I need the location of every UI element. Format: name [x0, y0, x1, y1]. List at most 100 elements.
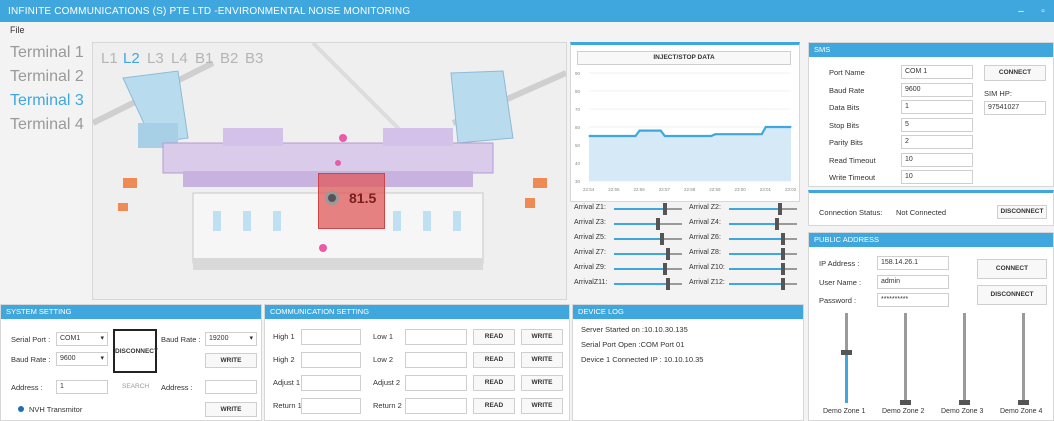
baud-rate-2-select[interactable]: 19200 ▾ [205, 332, 257, 346]
zone-slider-thumb[interactable] [841, 350, 852, 355]
arrival-slider[interactable] [614, 233, 682, 245]
sms-connect-button[interactable]: CONNECT [984, 65, 1046, 81]
terminal-1[interactable]: Terminal 1 [10, 44, 84, 62]
terminal-2[interactable]: Terminal 2 [10, 68, 84, 86]
read-button[interactable]: READ [473, 398, 515, 414]
zone-slider-track[interactable] [963, 313, 966, 403]
sms-disconnect-button[interactable]: DISCONNECT [997, 205, 1047, 219]
minimize-icon[interactable]: – [1010, 6, 1032, 17]
arrival-slider[interactable] [614, 278, 682, 290]
menu-file[interactable]: File [10, 25, 25, 35]
comm-right-field[interactable] [405, 375, 467, 391]
comm-right-field[interactable] [405, 329, 467, 345]
communication-setting-panel: COMMUNICATION SETTING High 1 Low 1 READ WRI… [264, 304, 570, 421]
arrival-slider-thumb[interactable] [781, 233, 785, 245]
terminal-4[interactable]: Terminal 4 [10, 116, 84, 134]
sms-field-input[interactable]: 2 [901, 135, 973, 149]
level-l3[interactable]: L3 [147, 50, 164, 67]
level-b3[interactable]: B3 [245, 50, 263, 67]
arrival-slider-thumb[interactable] [663, 203, 667, 215]
comm-left-field[interactable] [301, 398, 361, 414]
arrival-slider-thumb[interactable] [781, 278, 785, 290]
arrival-slider-thumb[interactable] [775, 218, 779, 230]
data-point [638, 130, 641, 132]
comm-right-label: Low 2 [373, 355, 394, 364]
arrival-slider[interactable] [729, 278, 797, 290]
address-2-field[interactable] [205, 380, 257, 394]
comm-right-label: Return 2 [373, 401, 402, 410]
arrival-slider-thumb[interactable] [666, 278, 670, 290]
arrival-slider[interactable] [614, 263, 682, 275]
write-button[interactable]: WRITE [521, 352, 563, 368]
password-field[interactable]: ********** [877, 293, 949, 307]
read-button[interactable]: READ [473, 352, 515, 368]
system-write-button[interactable]: WRITE [205, 353, 257, 368]
address-field[interactable]: 1 [56, 380, 108, 394]
sms-field-input[interactable]: 9600 [901, 82, 973, 97]
sensor-icon[interactable] [325, 191, 339, 205]
ip-address-field[interactable]: 158.14.26.1 [877, 256, 949, 270]
serial-port-select[interactable]: COM1 ▾ [56, 332, 108, 346]
level-l2[interactable]: L2 [123, 50, 140, 67]
arrival-slider[interactable] [729, 263, 797, 275]
arrival-slider-thumb[interactable] [656, 218, 660, 230]
arrival-slider[interactable] [614, 248, 682, 260]
zone-slider-thumb[interactable] [900, 400, 911, 405]
comm-left-field[interactable] [301, 352, 361, 368]
arrival-label: Arrival Z6: [689, 234, 721, 241]
zone-slider-track[interactable] [904, 313, 907, 403]
comm-left-label: High 1 [273, 332, 295, 341]
arrival-slider-thumb[interactable] [781, 248, 785, 260]
comm-right-field[interactable] [405, 398, 467, 414]
arrival-slider-thumb[interactable] [781, 263, 785, 275]
comm-left-field[interactable] [301, 375, 361, 391]
comm-left-field[interactable] [301, 329, 361, 345]
user-name-field[interactable]: admin [877, 275, 949, 289]
system-setting-header: SYSTEM SETTING [1, 305, 261, 319]
level-l1[interactable]: L1 [101, 50, 118, 67]
system-disconnect-button[interactable]: DISCONNECT [113, 329, 158, 373]
zone-slider-track[interactable] [1022, 313, 1025, 403]
read-button[interactable]: READ [473, 329, 515, 345]
comm-left-label: Adjust 1 [273, 378, 301, 387]
arrival-label: Arrival Z3: [574, 219, 606, 226]
maximize-icon[interactable]: ▫ [1032, 6, 1054, 17]
arrival-slider-thumb[interactable] [778, 203, 782, 215]
read-button[interactable]: READ [473, 375, 515, 391]
level-b2[interactable]: B2 [220, 50, 238, 67]
arrival-slider[interactable] [614, 203, 682, 215]
system-write-2-button[interactable]: WRITE [205, 402, 257, 417]
sms-field-input[interactable]: COM 1 [901, 65, 973, 79]
terminal-3[interactable]: Terminal 3 [10, 92, 84, 110]
arrival-slider-thumb[interactable] [663, 263, 667, 275]
sms-field-input[interactable]: 10 [901, 152, 973, 167]
pa-connect-button[interactable]: CONNECT [977, 259, 1047, 279]
arrival-slider[interactable] [729, 203, 797, 215]
level-b1[interactable]: B1 [195, 50, 213, 67]
data-point [765, 126, 767, 128]
write-button[interactable]: WRITE [521, 329, 563, 345]
transmitter-radio[interactable] [18, 406, 24, 412]
inject-stop-button[interactable]: INJECT/STOP DATA [577, 51, 791, 65]
sim-hp-field[interactable]: 97541027 [984, 101, 1046, 115]
sms-field-input[interactable]: 10 [901, 170, 973, 184]
baud-rate-select[interactable]: 9600 ▾ [56, 352, 108, 366]
sms-field-input[interactable]: 5 [901, 117, 973, 132]
zone-slider-thumb[interactable] [959, 400, 970, 405]
pa-disconnect-button[interactable]: DISCONNECT [977, 285, 1047, 305]
arrival-slider[interactable] [614, 218, 682, 230]
comm-right-field[interactable] [405, 352, 467, 368]
arrival-slider-thumb[interactable] [666, 248, 670, 260]
floor-map[interactable]: 81.5 [92, 42, 567, 300]
sms-field-input[interactable]: 1 [901, 100, 973, 114]
arrival-slider[interactable] [729, 248, 797, 260]
write-button[interactable]: WRITE [521, 398, 563, 414]
level-l4[interactable]: L4 [171, 50, 188, 67]
arrival-slider[interactable] [729, 233, 797, 245]
x-tick-label: 22:55 [608, 187, 620, 192]
zone-slider-thumb[interactable] [1018, 400, 1029, 405]
search-button[interactable]: SEARCH [122, 383, 149, 390]
arrival-slider-thumb[interactable] [660, 233, 664, 245]
arrival-slider[interactable] [729, 218, 797, 230]
write-button[interactable]: WRITE [521, 375, 563, 391]
